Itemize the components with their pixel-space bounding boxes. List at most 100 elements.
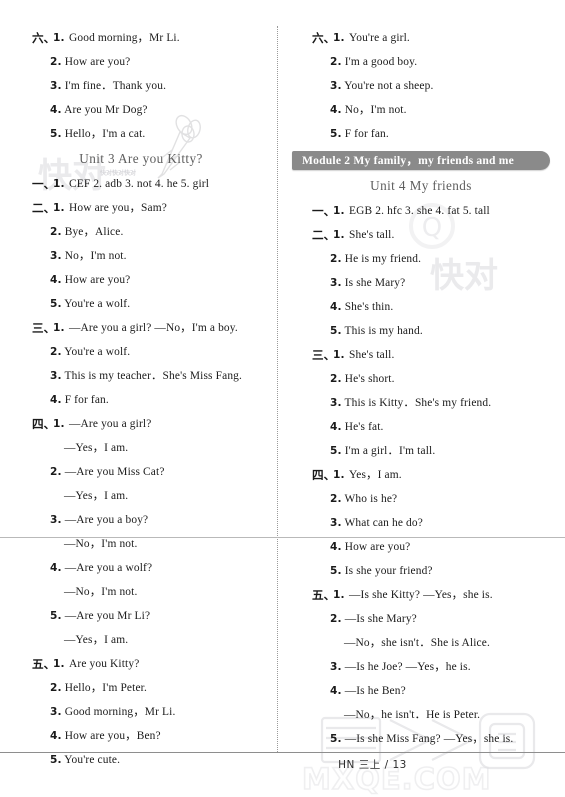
answer-text: This is Kitty．She's my friend. bbox=[341, 397, 492, 409]
answer-line: 4. How are you? bbox=[12, 268, 270, 292]
answer-line: —Yes，I am. bbox=[12, 436, 270, 460]
answer-line: 五、 1. Are you Kitty? bbox=[12, 652, 270, 676]
item-number: 3. bbox=[50, 80, 62, 92]
item-number: 4. bbox=[330, 104, 342, 116]
item-number: 4. bbox=[50, 394, 62, 406]
answer-text: I'm a girl．I'm tall. bbox=[341, 445, 436, 457]
item-number: 5. bbox=[330, 733, 342, 745]
answer-text: Are you Mr Dog? bbox=[61, 104, 148, 116]
item-number: 1. bbox=[333, 205, 345, 217]
answer-line: 5. Hello，I'm a cat. bbox=[12, 122, 270, 146]
item-number: 2. bbox=[50, 56, 62, 68]
answer-line: 六、 1. You're a girl. bbox=[292, 26, 550, 50]
answer-line: 三、 1. —Are you a girl? —No，I'm a boy. bbox=[12, 316, 270, 340]
item-number: 5. bbox=[50, 298, 62, 310]
answer-line: 4. —Is he Ben? bbox=[292, 679, 550, 703]
item-number: 3. bbox=[330, 397, 342, 409]
left-answer-column: 六、 1. Good morning，Mr Li. 2. How are you? 3… bbox=[12, 26, 270, 772]
answer-line: 3. —Are you a boy? bbox=[12, 508, 270, 532]
item-number: 3. bbox=[50, 706, 62, 718]
answer-text: I'm a good boy. bbox=[341, 56, 418, 68]
answer-text: This is my hand. bbox=[341, 325, 423, 337]
item-number: 2. bbox=[330, 493, 342, 505]
answer-text: Hello，I'm Peter. bbox=[61, 682, 147, 694]
answer-text: —Is she Miss Fang? —Yes，she is. bbox=[341, 733, 514, 745]
answer-text: —Are you Miss Cat? bbox=[61, 466, 165, 478]
answer-text: —Are you a boy? bbox=[61, 514, 149, 526]
answer-line: 二、 1. She's tall. bbox=[292, 223, 550, 247]
module-banner: Module 2 My family，my friends and me bbox=[292, 151, 550, 170]
section-marker: 四、 bbox=[312, 468, 336, 482]
section-marker: 五、 bbox=[312, 588, 336, 602]
answer-continuation-text: —Yes，I am. bbox=[64, 634, 129, 646]
answer-line: 4. How are you，Ben? bbox=[12, 724, 270, 748]
answer-text: He's fat. bbox=[341, 421, 384, 433]
answer-continuation-text: —No，she isn't．She is Alice. bbox=[344, 637, 490, 649]
item-number: 4. bbox=[330, 685, 342, 697]
answer-line: 5. F for fan. bbox=[292, 122, 550, 146]
answer-line: 4. F for fan. bbox=[12, 388, 270, 412]
answer-text: —Is he Joe? —Yes，he is. bbox=[341, 661, 471, 673]
item-number: 1. bbox=[53, 178, 65, 190]
item-number: 2. bbox=[50, 226, 62, 238]
section-marker: 一、 bbox=[32, 177, 56, 191]
answer-line: 3. Is she Mary? bbox=[292, 271, 550, 295]
section-marker: 一、 bbox=[312, 204, 336, 218]
answer-text: No，I'm not. bbox=[61, 250, 127, 262]
answer-line: 四、 1. —Are you a girl? bbox=[12, 412, 270, 436]
answer-text: How are you? bbox=[61, 56, 131, 68]
answer-text: —Is she Mary? bbox=[341, 613, 417, 625]
answer-text: No，I'm not. bbox=[341, 104, 407, 116]
item-number: 2. bbox=[50, 466, 62, 478]
answer-line: 4. Are you Mr Dog? bbox=[12, 98, 270, 122]
answer-line: 4. He's fat. bbox=[292, 415, 550, 439]
answer-line: 2. —Is she Mary? bbox=[292, 607, 550, 631]
answer-line: —No，he isn't．He is Peter. bbox=[292, 703, 550, 727]
answer-line: 4. How are you? bbox=[292, 535, 550, 559]
answer-line: —No，I'm not. bbox=[12, 532, 270, 556]
answer-line: 4. No，I'm not. bbox=[292, 98, 550, 122]
answer-line: 六、 1. Good morning，Mr Li. bbox=[12, 26, 270, 50]
answer-text: I'm fine．Thank you. bbox=[61, 80, 167, 92]
answer-continuation-text: —Yes，I am. bbox=[64, 442, 129, 454]
section-marker: 六、 bbox=[312, 31, 336, 45]
answer-text: Who is he? bbox=[341, 493, 398, 505]
answer-text: Is she Mary? bbox=[341, 277, 406, 289]
answer-line: 2. He's short. bbox=[292, 367, 550, 391]
unit-title: Unit 4 My friends bbox=[370, 178, 472, 193]
answer-line: 二、 1. How are you，Sam? bbox=[12, 196, 270, 220]
answer-line: 2. —Are you Miss Cat? bbox=[12, 460, 270, 484]
answer-text: Is she your friend? bbox=[341, 565, 433, 577]
answer-text: How are you，Ben? bbox=[61, 730, 161, 742]
right-answer-column: 六、 1. You're a girl. 2. I'm a good boy. 3. … bbox=[292, 26, 550, 751]
answer-line: 3. I'm fine．Thank you. bbox=[12, 74, 270, 98]
item-number: 1. bbox=[53, 658, 65, 670]
answer-text: This is my teacher．She's Miss Fang. bbox=[61, 370, 243, 382]
item-number: 1. bbox=[333, 469, 345, 481]
answer-line: 2. How are you? bbox=[12, 50, 270, 74]
answer-key-page: Q 快对 快对 快对快对快对 MXQE.COM 六、 1. Good mornin… bbox=[0, 0, 565, 797]
answer-line: 四、 1. Yes，I am. bbox=[292, 463, 550, 487]
item-number: 4. bbox=[330, 301, 342, 313]
item-number: 5. bbox=[330, 445, 342, 457]
answer-line: —Yes，I am. bbox=[12, 484, 270, 508]
unit-title: Unit 3 Are you Kitty? bbox=[79, 151, 203, 166]
answer-line: 2. He is my friend. bbox=[292, 247, 550, 271]
item-number: 1. bbox=[333, 589, 345, 601]
item-number: 5. bbox=[50, 610, 62, 622]
item-number: 4. bbox=[50, 730, 62, 742]
answer-line: 三、 1. She's tall. bbox=[292, 343, 550, 367]
answer-text: F for fan. bbox=[341, 128, 389, 140]
section-marker: 二、 bbox=[32, 201, 56, 215]
answer-line: 5. This is my hand. bbox=[292, 319, 550, 343]
section-marker: 四、 bbox=[32, 417, 56, 431]
answer-line: 2. Hello，I'm Peter. bbox=[12, 676, 270, 700]
answer-line: —No，she isn't．She is Alice. bbox=[292, 631, 550, 655]
item-number: 4. bbox=[50, 562, 62, 574]
answer-line: 3. —Is he Joe? —Yes，he is. bbox=[292, 655, 550, 679]
answer-text: You're a wolf. bbox=[61, 346, 131, 358]
column-divider bbox=[277, 26, 278, 752]
item-number: 1. bbox=[333, 349, 345, 361]
answer-line: 2. I'm a good boy. bbox=[292, 50, 550, 74]
answer-continuation-text: —Yes，I am. bbox=[64, 490, 129, 502]
